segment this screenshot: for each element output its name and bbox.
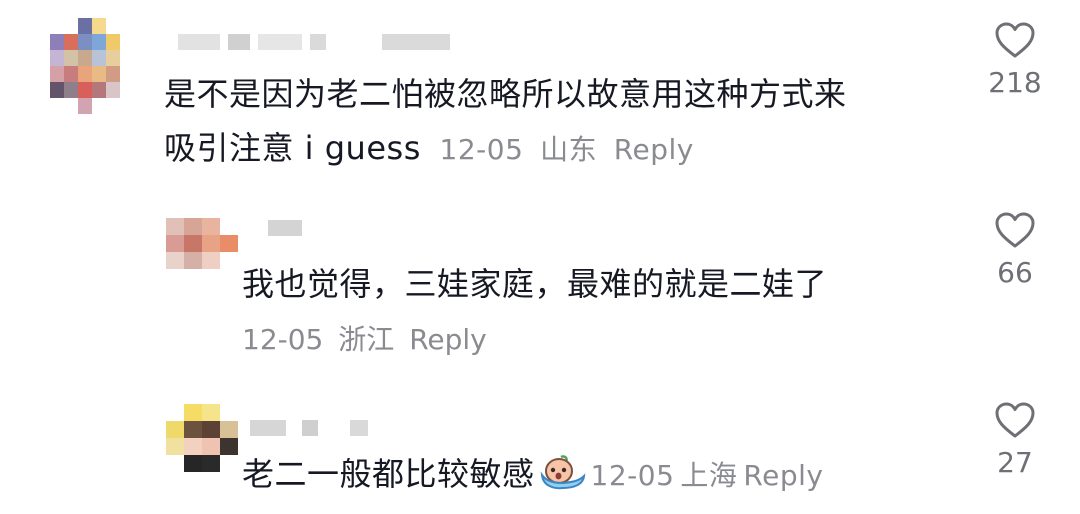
comment-3-text: 老二一般都比较敏感 12-05 上海 Reply — [242, 446, 823, 508]
comment-1-location: 山东 — [540, 133, 598, 166]
comment-2-username[interactable] — [268, 220, 302, 236]
comment-1-like-count: 218 — [988, 66, 1042, 99]
comment-1-text-line-2-body: 吸引注意 i guess — [164, 129, 421, 167]
comment-3-reply-button[interactable]: Reply — [743, 459, 823, 492]
comment-2-location: 浙江 — [338, 323, 395, 356]
comment-2-meta: 12-05 浙江 Reply — [242, 320, 487, 360]
comment-2-reply-button[interactable]: Reply — [409, 323, 487, 356]
heart-outline-icon[interactable] — [993, 210, 1037, 250]
comment-3-avatar[interactable] — [166, 404, 238, 472]
heart-outline-icon[interactable] — [993, 20, 1037, 60]
comment-3-location: 上海 — [680, 459, 738, 492]
comment-3-like-button[interactable]: 27 — [975, 400, 1055, 480]
comment-3-like-count: 27 — [997, 446, 1033, 479]
comment-1-reply-button[interactable]: Reply — [614, 133, 694, 166]
comment-1-text-line-1: 是不是因为老二怕被忽略所以故意用这种方式来 — [164, 75, 847, 113]
comment-1-like-button[interactable]: 218 — [975, 20, 1055, 100]
comment-2-like-count: 66 — [997, 256, 1033, 289]
crying-face-emoji — [539, 452, 587, 508]
comment-1-username[interactable] — [178, 34, 450, 50]
comment-2-text: 我也觉得，三娃家庭，最难的就是二娃了 — [242, 265, 828, 303]
comment-1-date: 12-05 — [439, 133, 524, 166]
comment-2-like-button[interactable]: 66 — [975, 210, 1055, 290]
comment-3-text-body: 老二一般都比较敏感 — [242, 455, 535, 493]
comment-1-avatar[interactable] — [50, 18, 134, 114]
comment-2-date: 12-05 — [242, 323, 324, 356]
comment-2-avatar[interactable] — [166, 218, 238, 270]
comment-3-date: 12-05 — [590, 459, 675, 492]
comment-3-username[interactable] — [250, 420, 368, 436]
comment-1-text-line-2: 吸引注意 i guess 12-05 山东 Reply — [164, 120, 694, 178]
heart-outline-icon[interactable] — [993, 400, 1037, 440]
